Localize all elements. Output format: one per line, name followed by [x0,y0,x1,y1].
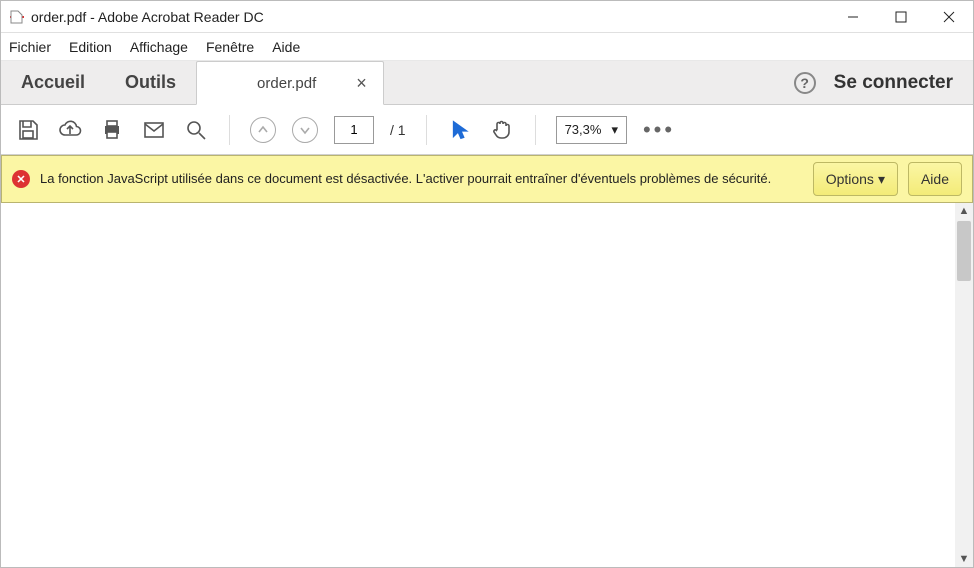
zoom-dropdown[interactable]: 73,3% ▾ [556,116,627,144]
chevron-down-icon: ▾ [611,122,618,138]
tab-document[interactable]: order.pdf × [196,61,384,105]
warning-text: La fonction JavaScript utilisée dans ce … [40,170,803,188]
tab-document-label: order.pdf [257,75,316,92]
page-total-label: / 1 [390,122,406,138]
app-icon [9,9,25,25]
app-window: order.pdf - Adobe Acrobat Reader DC Fich… [0,0,974,568]
hand-tool-icon[interactable] [489,117,515,143]
tabbar: Accueil Outils order.pdf × ? Se connecte… [1,61,973,105]
cloud-upload-icon[interactable] [57,117,83,143]
titlebar: order.pdf - Adobe Acrobat Reader DC [1,1,973,33]
menu-fenetre[interactable]: Fenêtre [206,39,254,55]
menubar: Fichier Edition Affichage Fenêtre Aide [1,33,973,61]
search-icon[interactable] [183,117,209,143]
minimize-button[interactable] [829,1,877,33]
separator [229,115,230,145]
toolbar: / 1 73,3% ▾ ••• [1,105,973,155]
close-window-button[interactable] [925,1,973,33]
select-tool-icon[interactable] [447,117,473,143]
menu-aide[interactable]: Aide [272,39,300,55]
menu-edition[interactable]: Edition [69,39,112,55]
page-number-input[interactable] [334,116,374,144]
chevron-down-icon: ▾ [878,171,885,188]
help-label: Aide [921,171,949,187]
options-label: Options [826,171,874,187]
tab-tools[interactable]: Outils [105,61,196,104]
maximize-button[interactable] [877,1,925,33]
tab-home[interactable]: Accueil [1,61,105,104]
menu-affichage[interactable]: Affichage [130,39,188,55]
error-icon: ✕ [12,170,30,188]
save-icon[interactable] [15,117,41,143]
scroll-down-arrow[interactable]: ▼ [959,553,970,565]
tab-close-icon[interactable]: × [356,73,367,94]
vertical-scrollbar[interactable]: ▲ ▼ [955,203,973,567]
zoom-value: 73,3% [565,122,602,137]
document-area: ▲ ▼ [1,203,973,567]
separator [535,115,536,145]
scroll-thumb[interactable] [957,221,971,281]
document-page[interactable] [1,203,955,567]
page-down-button[interactable] [292,117,318,143]
warning-help-button[interactable]: Aide [908,162,962,196]
menu-fichier[interactable]: Fichier [9,39,51,55]
separator [426,115,427,145]
javascript-warning-bar: ✕ La fonction JavaScript utilisée dans c… [1,155,973,203]
page-up-button[interactable] [250,117,276,143]
window-title: order.pdf - Adobe Acrobat Reader DC [31,9,829,25]
warning-options-button[interactable]: Options ▾ [813,162,898,196]
sign-in-button[interactable]: Se connecter [834,72,953,94]
print-icon[interactable] [99,117,125,143]
more-tools-icon[interactable]: ••• [643,117,675,143]
scroll-up-arrow[interactable]: ▲ [959,205,970,217]
help-icon[interactable]: ? [794,72,816,94]
mail-icon[interactable] [141,117,167,143]
